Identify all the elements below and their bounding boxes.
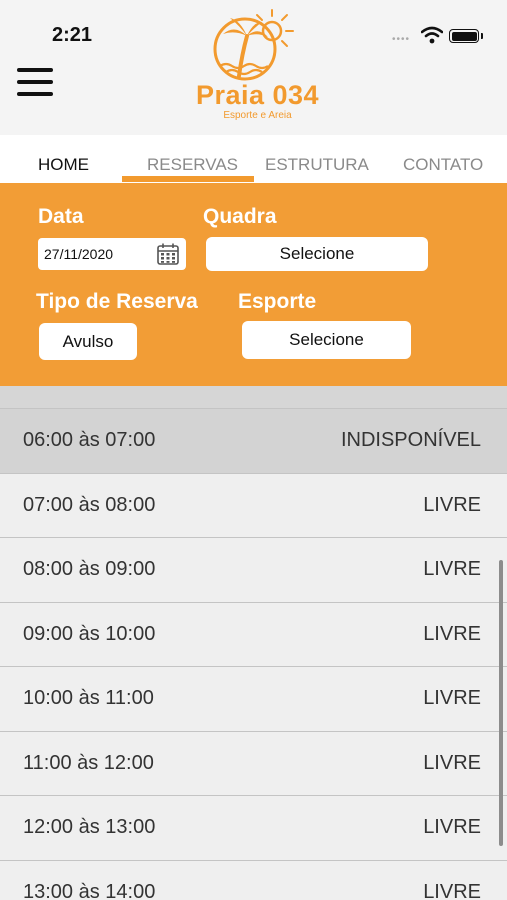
battery-icon: [449, 29, 479, 43]
tab-estrutura[interactable]: ESTRUTURA: [265, 155, 369, 175]
hamburger-line: [17, 68, 53, 72]
reservation-type-select[interactable]: Avulso: [39, 323, 137, 360]
scrollbar[interactable]: [499, 560, 503, 846]
time-slot-row[interactable]: 11:00 às 12:00 LIVRE: [0, 730, 507, 795]
palm-sun-logo-icon: [213, 9, 294, 81]
slot-status: LIVRE: [423, 558, 481, 580]
tab-indicator: [122, 176, 254, 182]
time-slot-row[interactable]: 10:00 às 11:00 LIVRE: [0, 666, 507, 731]
slot-time: 12:00 às 13:00: [23, 816, 156, 838]
time-slot-row[interactable]: 12:00 às 13:00 LIVRE: [0, 795, 507, 860]
time-slot-row[interactable]: 08:00 às 09:00 LIVRE: [0, 537, 507, 602]
time-slot-row[interactable]: 13:00 às 14:00 LIVRE: [0, 859, 507, 900]
tab-home[interactable]: HOME: [38, 155, 89, 175]
slot-status: INDISPONÍVEL: [340, 429, 481, 451]
time-slot-row[interactable]: 07:00 às 08:00 LIVRE: [0, 472, 507, 537]
date-value: 27/11/2020: [44, 246, 114, 262]
slot-status: LIVRE: [423, 687, 481, 709]
logo-subtitle: Esporte e Areia: [223, 110, 292, 121]
battery-tip: [481, 33, 483, 39]
status-time: 2:21: [52, 24, 93, 46]
date-label: Data: [38, 205, 84, 228]
slot-time: 07:00 às 08:00: [23, 493, 156, 516]
hamburger-line: [17, 80, 53, 84]
date-input[interactable]: 27/11/2020: [38, 238, 186, 270]
tab-reservas[interactable]: RESERVAS: [147, 155, 238, 175]
slot-status: LIVRE: [423, 622, 481, 645]
slot-status: LIVRE: [423, 880, 481, 900]
logo-title: Praia 034: [195, 80, 320, 110]
time-slot-list[interactable]: 06:00 às 07:00 INDISPONÍVEL 07:00 às 08:…: [0, 408, 507, 900]
slot-time: 06:00 às 07:00: [23, 429, 156, 451]
time-slot-row[interactable]: 09:00 às 10:00 LIVRE: [0, 601, 507, 666]
wifi-icon: [421, 26, 443, 44]
slot-time: 13:00 às 14:00: [23, 880, 156, 900]
sport-select[interactable]: Selecione: [242, 321, 411, 359]
slot-time: 10:00 às 11:00: [23, 687, 154, 709]
tab-contato[interactable]: CONTATO: [403, 155, 483, 175]
court-select[interactable]: Selecione: [206, 237, 428, 271]
reservation-type-label: Tipo de Reserva: [36, 290, 198, 313]
hamburger-line: [17, 92, 53, 96]
slot-status: LIVRE: [423, 493, 481, 516]
time-slot-row[interactable]: 06:00 às 07:00 INDISPONÍVEL: [0, 408, 507, 473]
slot-list-header: [0, 386, 507, 408]
slot-status: LIVRE: [423, 751, 481, 774]
slot-time: 11:00 às 12:00: [23, 751, 154, 774]
court-label: Quadra: [203, 205, 277, 228]
calendar-icon[interactable]: [156, 242, 180, 266]
slot-status: LIVRE: [423, 816, 481, 838]
sport-label: Esporte: [238, 290, 317, 313]
slot-time: 09:00 às 10:00: [23, 622, 156, 645]
logo: Praia 034 Esporte e Areia: [190, 4, 325, 130]
slot-time: 08:00 às 09:00: [23, 558, 156, 580]
menu-button[interactable]: [17, 68, 53, 96]
signal-icon: ••••: [392, 34, 411, 45]
